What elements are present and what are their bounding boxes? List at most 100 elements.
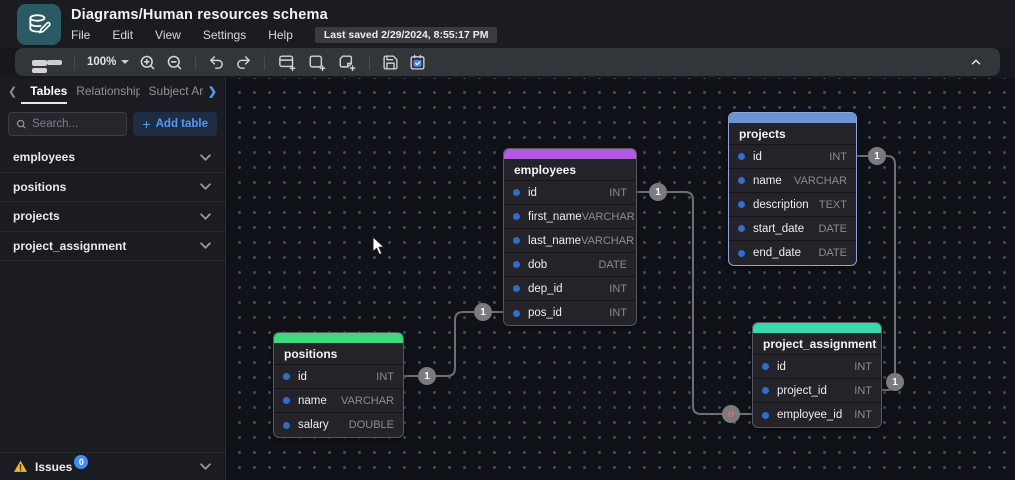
chevron-down-icon[interactable] bbox=[200, 463, 211, 470]
entity-project-assignment[interactable]: project_assignment id INT project_id INT empl… bbox=[752, 322, 882, 428]
warning-icon bbox=[14, 460, 27, 472]
chevron-down-icon[interactable] bbox=[200, 154, 211, 161]
field-dot-icon bbox=[762, 363, 769, 370]
tab-tables[interactable]: Tables bbox=[21, 80, 68, 104]
field-dot-icon bbox=[283, 397, 290, 404]
field-project-assignment-employee-id[interactable]: employee_id INT bbox=[753, 403, 881, 427]
field-projects-start-date[interactable]: start_date DATE bbox=[729, 217, 856, 241]
undo-icon bbox=[210, 55, 224, 69]
menu-file[interactable]: File bbox=[71, 28, 90, 42]
todo-checklist-icon bbox=[410, 54, 425, 70]
field-positions-name[interactable]: name VARCHAR bbox=[274, 389, 403, 413]
tab-relationships[interactable]: Relationships bbox=[67, 80, 139, 104]
menu-edit[interactable]: Edit bbox=[112, 28, 133, 42]
redo-button[interactable] bbox=[230, 50, 257, 74]
add-note-icon bbox=[339, 54, 356, 71]
table-name: positions bbox=[13, 179, 67, 194]
field-employees-dob[interactable]: dob DATE bbox=[504, 253, 636, 277]
field-type: INT bbox=[829, 150, 847, 163]
field-positions-id[interactable]: id INT bbox=[274, 365, 403, 389]
chevron-down-icon bbox=[121, 60, 130, 64]
field-project-assignment-id[interactable]: id INT bbox=[753, 355, 881, 379]
toolbar-divider bbox=[195, 54, 197, 70]
entity-title: employees bbox=[504, 159, 636, 181]
field-projects-id[interactable]: id INT bbox=[729, 145, 856, 169]
save-icon bbox=[383, 54, 398, 70]
sidebar-item-project-assignment[interactable]: project_assignment bbox=[0, 232, 225, 261]
entity-title: projects bbox=[729, 123, 856, 145]
field-name: name bbox=[298, 394, 327, 407]
search-input[interactable] bbox=[32, 118, 120, 130]
field-type: TEXT bbox=[818, 198, 847, 211]
issues-section[interactable]: Issues 0 bbox=[0, 452, 225, 480]
chevron-down-icon bbox=[47, 59, 62, 65]
tab-subject-are[interactable]: Subject Are bbox=[140, 80, 204, 104]
chevron-down-icon[interactable] bbox=[200, 213, 211, 220]
field-dot-icon bbox=[738, 177, 745, 184]
sidebar-item-employees[interactable]: employees bbox=[0, 143, 225, 173]
field-projects-end-date[interactable]: end_date DATE bbox=[729, 241, 856, 265]
field-employees-pos-id[interactable]: pos_id INT bbox=[504, 301, 636, 325]
collapse-toolbar-button[interactable] bbox=[964, 50, 988, 74]
diagram-canvas[interactable]: employees id INT first_name VARCHAR last_name… bbox=[226, 78, 1015, 480]
field-employees-first-name[interactable]: first_name VARCHAR bbox=[504, 205, 636, 229]
field-employees-dep-id[interactable]: dep_id INT bbox=[504, 277, 636, 301]
entity-projects[interactable]: projects id INT name VARCHAR description TEXT s… bbox=[728, 112, 857, 266]
field-type: INT bbox=[609, 282, 627, 295]
zoom-in-icon bbox=[141, 55, 155, 69]
menu-view[interactable]: View bbox=[155, 28, 181, 42]
database-pencil-icon bbox=[29, 13, 51, 34]
tabs-scroll-left-icon[interactable]: ❮ bbox=[4, 85, 21, 98]
field-type: INT bbox=[854, 360, 872, 373]
cardinality-badge: 1 bbox=[886, 373, 904, 391]
field-type: VARCHAR bbox=[581, 234, 635, 247]
issues-label: Issues bbox=[35, 459, 73, 474]
app-logo[interactable] bbox=[17, 4, 61, 45]
sidebar-item-projects[interactable]: projects bbox=[0, 202, 225, 232]
undo-button[interactable] bbox=[203, 50, 230, 74]
field-projects-description[interactable]: description TEXT bbox=[729, 193, 856, 217]
field-projects-name[interactable]: name VARCHAR bbox=[729, 169, 856, 193]
field-employees-id[interactable]: id INT bbox=[504, 181, 636, 205]
table-name: projects bbox=[13, 209, 60, 224]
field-dot-icon bbox=[513, 213, 520, 220]
search-box[interactable] bbox=[8, 112, 128, 136]
cardinality-badge: 1 bbox=[418, 367, 436, 385]
zoom-in-button[interactable] bbox=[134, 50, 161, 74]
zoom-level-dropdown[interactable]: 100% bbox=[82, 50, 134, 74]
add-area-button[interactable] bbox=[302, 50, 332, 74]
menu-help[interactable]: Help bbox=[268, 28, 293, 42]
add-area-icon bbox=[309, 54, 326, 71]
field-employees-last-name[interactable]: last_name VARCHAR bbox=[504, 229, 636, 253]
add-table-sidebar-button[interactable]: + Add table bbox=[133, 112, 217, 136]
sidebar-item-positions[interactable]: positions bbox=[0, 173, 225, 202]
chevron-down-icon[interactable] bbox=[200, 242, 211, 250]
save-button[interactable] bbox=[377, 50, 404, 74]
add-note-button[interactable] bbox=[332, 50, 362, 74]
chevron-down-icon[interactable] bbox=[200, 183, 211, 191]
todo-button[interactable] bbox=[404, 50, 431, 74]
field-positions-salary[interactable]: salary DOUBLE bbox=[274, 413, 403, 437]
field-dot-icon bbox=[283, 421, 290, 429]
zoom-out-button[interactable] bbox=[161, 50, 188, 74]
field-dot-icon bbox=[283, 373, 290, 380]
field-project-assignment-project-id[interactable]: project_id INT bbox=[753, 379, 881, 403]
field-type: DATE bbox=[818, 222, 847, 235]
entity-positions[interactable]: positions id INT name VARCHAR salary DOUBLE bbox=[273, 332, 404, 438]
field-dot-icon bbox=[738, 201, 745, 208]
menu-settings[interactable]: Settings bbox=[203, 28, 246, 42]
toolbar-divider bbox=[264, 54, 266, 70]
relationship-positions-id-employees-pos-id[interactable] bbox=[404, 311, 503, 377]
entity-employees[interactable]: employees id INT first_name VARCHAR last_name… bbox=[503, 148, 637, 326]
app-header: Diagrams/Human resources schema File Edit… bbox=[0, 0, 1015, 48]
field-name: project_id bbox=[777, 384, 827, 397]
field-name: employee_id bbox=[777, 409, 843, 421]
field-dot-icon bbox=[762, 387, 769, 394]
plus-icon: + bbox=[142, 115, 151, 132]
diagram-menu-button[interactable] bbox=[27, 50, 67, 74]
field-name: name bbox=[753, 174, 782, 187]
field-dot-icon bbox=[513, 237, 520, 244]
add-table-button[interactable] bbox=[272, 50, 302, 74]
tabs-scroll-right-icon[interactable]: ❯ bbox=[204, 85, 221, 98]
field-name: start_date bbox=[753, 222, 805, 235]
